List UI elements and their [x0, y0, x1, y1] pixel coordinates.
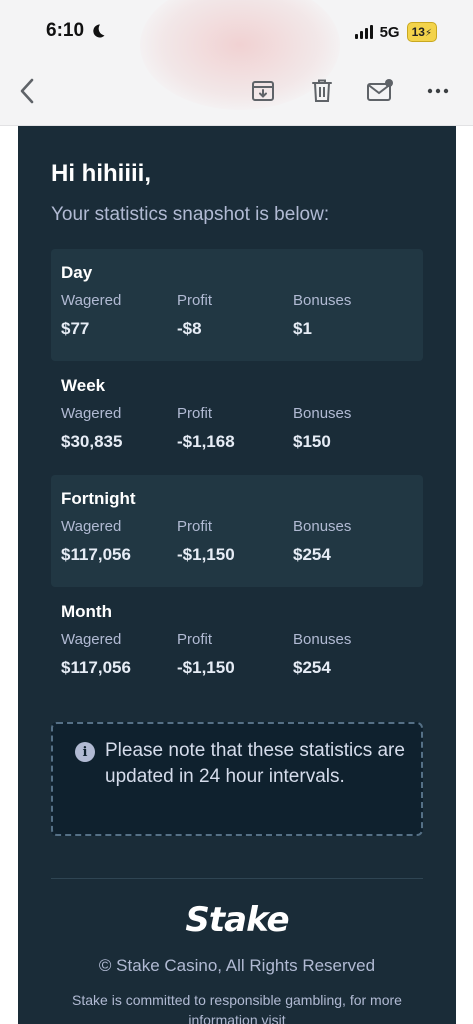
info-note: i Please note that these statistics are … — [51, 722, 423, 836]
profit-value: -$1,168 — [177, 432, 235, 451]
profit-value: -$1,150 — [177, 545, 235, 564]
wagered-value: $77 — [61, 319, 90, 338]
period-title: Week — [61, 376, 106, 395]
responsible-gambling-text: Stake is committed to responsible gambli… — [72, 992, 402, 1024]
battery-icon: 13⚡ — [406, 22, 437, 42]
status-indicators: 5G 13⚡ — [354, 22, 437, 42]
moon-icon — [93, 24, 105, 38]
status-time-label: 6:10 — [46, 20, 85, 41]
wagered-label: Wagered — [61, 631, 122, 648]
bonuses-label: Bonuses — [293, 631, 352, 648]
battery-level: 13 — [411, 25, 425, 39]
note-text: Please note that these statistics are up… — [105, 740, 405, 787]
more-icon[interactable] — [423, 76, 453, 106]
bonuses-value: $254 — [293, 658, 331, 677]
wagered-value: $117,056 — [61, 658, 131, 677]
subtitle: Your statistics snapshot is below: — [51, 204, 330, 225]
app-header: 6:10 5G 13⚡ — [0, 0, 473, 126]
wagered-value: $30,835 — [61, 432, 123, 451]
profit-value: -$1,150 — [177, 658, 235, 677]
bonuses-value: $254 — [293, 545, 331, 564]
wagered-label: Wagered — [61, 518, 122, 535]
copyright-text: © Stake Casino, All Rights Reserved — [98, 956, 376, 975]
bonuses-label: Bonuses — [293, 518, 352, 535]
email-body: Hi hihiiii, Your statistics snapshot is … — [18, 126, 456, 1024]
period-title: Fortnight — [61, 489, 136, 508]
mail-unread-icon[interactable] — [365, 76, 395, 106]
trash-icon[interactable] — [307, 76, 337, 106]
period-card-week: Week Wagered Profit Bonuses $30,835 -$1,… — [51, 362, 423, 474]
wagered-label: Wagered — [61, 292, 122, 309]
status-time: 6:10 — [46, 20, 106, 42]
wagered-label: Wagered — [61, 405, 122, 422]
profit-value: -$8 — [177, 319, 202, 338]
footer-divider — [51, 878, 423, 879]
chevron-left-icon[interactable] — [12, 76, 42, 106]
period-card-fortnight: Fortnight Wagered Profit Bonuses $117,05… — [51, 475, 423, 587]
greeting: Hi hihiiii, — [51, 160, 151, 187]
bonuses-value: $150 — [293, 432, 331, 451]
bonuses-label: Bonuses — [293, 292, 352, 309]
network-label: 5G — [379, 23, 400, 41]
stake-logo[interactable]: Stake — [18, 900, 456, 940]
mail-toolbar — [0, 72, 473, 112]
bonuses-value: $1 — [293, 319, 312, 338]
archive-icon[interactable] — [248, 76, 278, 106]
profit-label: Profit — [177, 518, 213, 535]
signal-icon — [354, 25, 373, 39]
profit-label: Profit — [177, 292, 213, 309]
period-title: Day — [61, 263, 93, 282]
period-card-month: Month Wagered Profit Bonuses $117,056 -$… — [51, 588, 423, 700]
period-title: Month — [61, 602, 112, 621]
profit-label: Profit — [177, 405, 213, 422]
wagered-value: $117,056 — [61, 545, 131, 564]
profit-label: Profit — [177, 631, 213, 648]
period-card-day: Day Wagered Profit Bonuses $77 -$8 $1 — [51, 249, 423, 361]
info-icon: i — [75, 742, 95, 762]
bonuses-label: Bonuses — [293, 405, 352, 422]
